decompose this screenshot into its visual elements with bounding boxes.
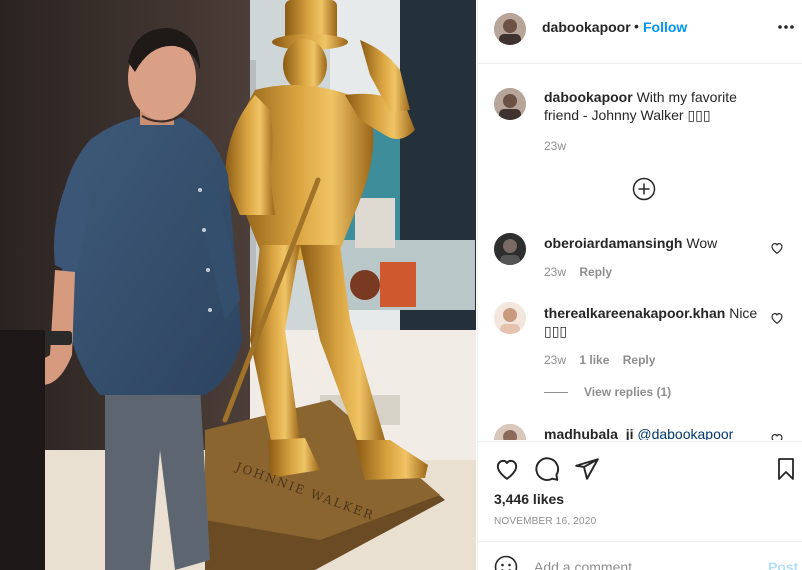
view-replies-button[interactable]: View replies (1) [544,385,671,399]
add-comment-bar: Post [478,541,802,570]
comment-meta: 23w Reply [544,265,612,279]
like-count[interactable]: 3,446 likes [494,491,564,507]
comment-meta: 23w 1 like Reply [544,353,655,367]
author-username[interactable]: dabookapoor [542,19,631,35]
comment-username[interactable]: oberoiardamansingh [544,235,682,251]
author-avatar[interactable] [494,13,526,45]
comment-body: Wow [686,235,718,251]
reply-button[interactable]: Reply [579,265,612,279]
comment-avatar[interactable] [494,424,526,440]
comment-text: oberoiardamansingh Wow [544,234,774,252]
comment-body: Nice [729,305,758,321]
post-header: dabookapoor • Follow [478,0,802,64]
follow-button[interactable]: Follow [643,19,687,35]
comment-username[interactable]: therealkareenakapoor.khan [544,305,725,321]
like-comment-heart-icon[interactable] [770,432,784,440]
comment-text: madhubala_ji @dabookapoor [544,425,774,440]
post-comment-button[interactable]: Post [768,559,798,570]
comment-mention[interactable]: @dabookapoor [637,426,733,440]
load-more-comments-icon[interactable] [632,177,656,201]
comment-avatar[interactable] [494,302,526,334]
comment-emoji: ▯▯▯ [544,323,568,339]
comment-text: therealkareenakapoor.khan Nice ▯▯▯ [544,304,774,340]
like-comment-heart-icon[interactable] [770,241,784,255]
comment-like-count[interactable]: 1 like [579,353,609,367]
comment-time[interactable]: 23w [544,265,566,279]
post-photo: JOHNNIE WALKER [0,0,476,570]
like-heart-icon[interactable] [494,456,520,482]
caption-text: dabookapoor With my favorite friend - Jo… [544,88,774,124]
caption-username[interactable]: dabookapoor [544,89,633,105]
separator-dot: • [634,18,639,34]
caption-time[interactable]: 23w [544,139,566,153]
caption-emoji: ▯▯▯ [687,107,711,123]
like-comment-heart-icon[interactable] [770,311,784,325]
comment-input[interactable] [534,556,754,570]
instagram-post-view: JOHNNIE WALKER dabookapoor • Follow dabo… [0,0,802,570]
save-bookmark-icon[interactable] [774,456,798,482]
view-replies-label[interactable]: View replies (1) [584,385,671,399]
replies-divider [544,392,568,394]
caption-avatar[interactable] [494,88,526,120]
post-actions-bar: 3,446 likes NOVEMBER 16, 2020 [478,441,802,541]
reply-button[interactable]: Reply [623,353,656,367]
comment-bubble-icon[interactable] [534,456,560,482]
share-paper-plane-icon[interactable] [574,456,600,482]
comment-username[interactable]: madhubala_ji [544,426,633,440]
emoji-picker-icon[interactable] [494,555,518,570]
comment-time[interactable]: 23w [544,353,566,367]
comment-avatar[interactable] [494,233,526,265]
more-options-icon[interactable] [776,15,796,39]
comments-list[interactable]: dabookapoor With my favorite friend - Jo… [478,65,802,440]
post-details-panel: dabookapoor • Follow dabookapoor With my… [477,0,802,570]
post-date[interactable]: NOVEMBER 16, 2020 [494,516,596,527]
